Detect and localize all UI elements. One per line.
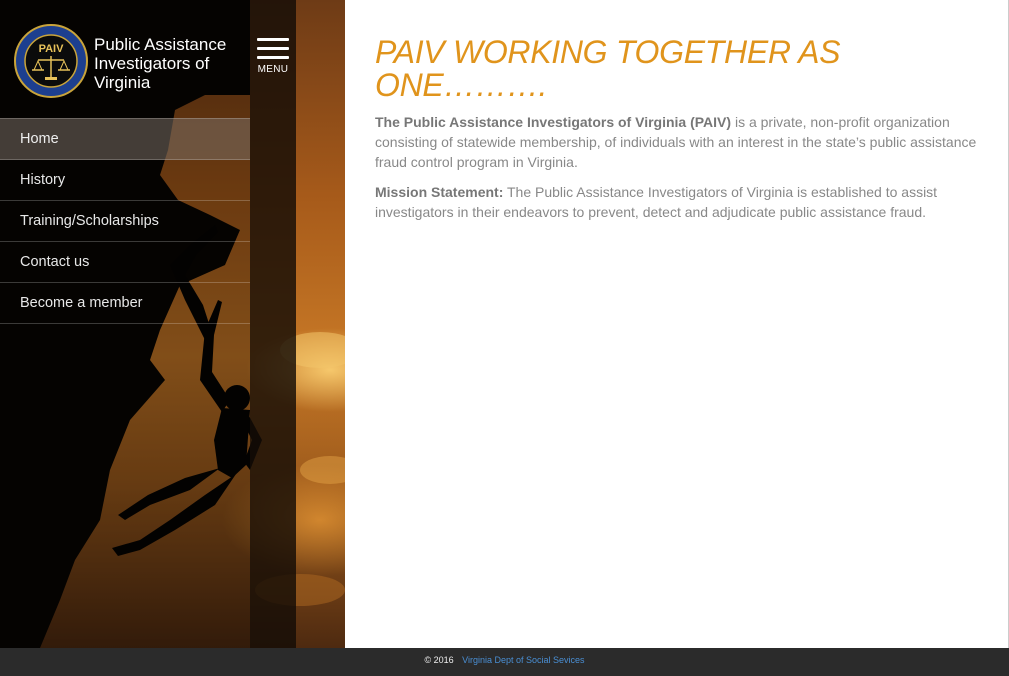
menu-button[interactable]: MENU	[257, 38, 289, 75]
footer-link[interactable]: Virginia Dept of Social Sevices	[462, 655, 584, 665]
nav-item-become-a-member[interactable]: Become a member	[0, 283, 250, 324]
svg-text:PAIV: PAIV	[39, 43, 65, 55]
footer: © 2016 Virginia Dept of Social Sevices	[0, 648, 1009, 676]
site-title[interactable]: Public Assistance Investigators of Virgi…	[94, 35, 244, 92]
nav-item-contact-us[interactable]: Contact us	[0, 242, 250, 283]
nav-item-history[interactable]: History	[0, 160, 250, 201]
scales-of-justice-seal-icon: PAIV	[14, 24, 88, 98]
menu-strip	[250, 0, 296, 648]
mission-label: Mission Statement:	[375, 184, 504, 200]
menu-label: MENU	[257, 64, 289, 75]
nav-item-training-scholarships[interactable]: Training/Scholarships	[0, 201, 250, 242]
main-nav: Home History Training/Scholarships Conta…	[0, 118, 250, 324]
hamburger-icon	[257, 38, 289, 41]
paiv-logo[interactable]: PAIV	[14, 24, 88, 98]
intro-paragraph: The Public Assistance Investigators of V…	[375, 112, 990, 172]
hamburger-icon-bar	[257, 47, 289, 50]
hamburger-icon-bar	[257, 56, 289, 59]
copyright: © 2016	[424, 655, 454, 665]
main-content: PAIV WORKING TOGETHER AS ONE………. The Pub…	[375, 36, 990, 222]
intro-bold: The Public Assistance Investigators of V…	[375, 114, 732, 130]
nav-item-home[interactable]: Home	[0, 118, 250, 160]
mission-paragraph: Mission Statement: The Public Assistance…	[375, 182, 990, 222]
page-headline: PAIV WORKING TOGETHER AS ONE……….	[375, 34, 841, 103]
sidebar: PAIV Public Assistance Investigators of …	[0, 0, 250, 648]
